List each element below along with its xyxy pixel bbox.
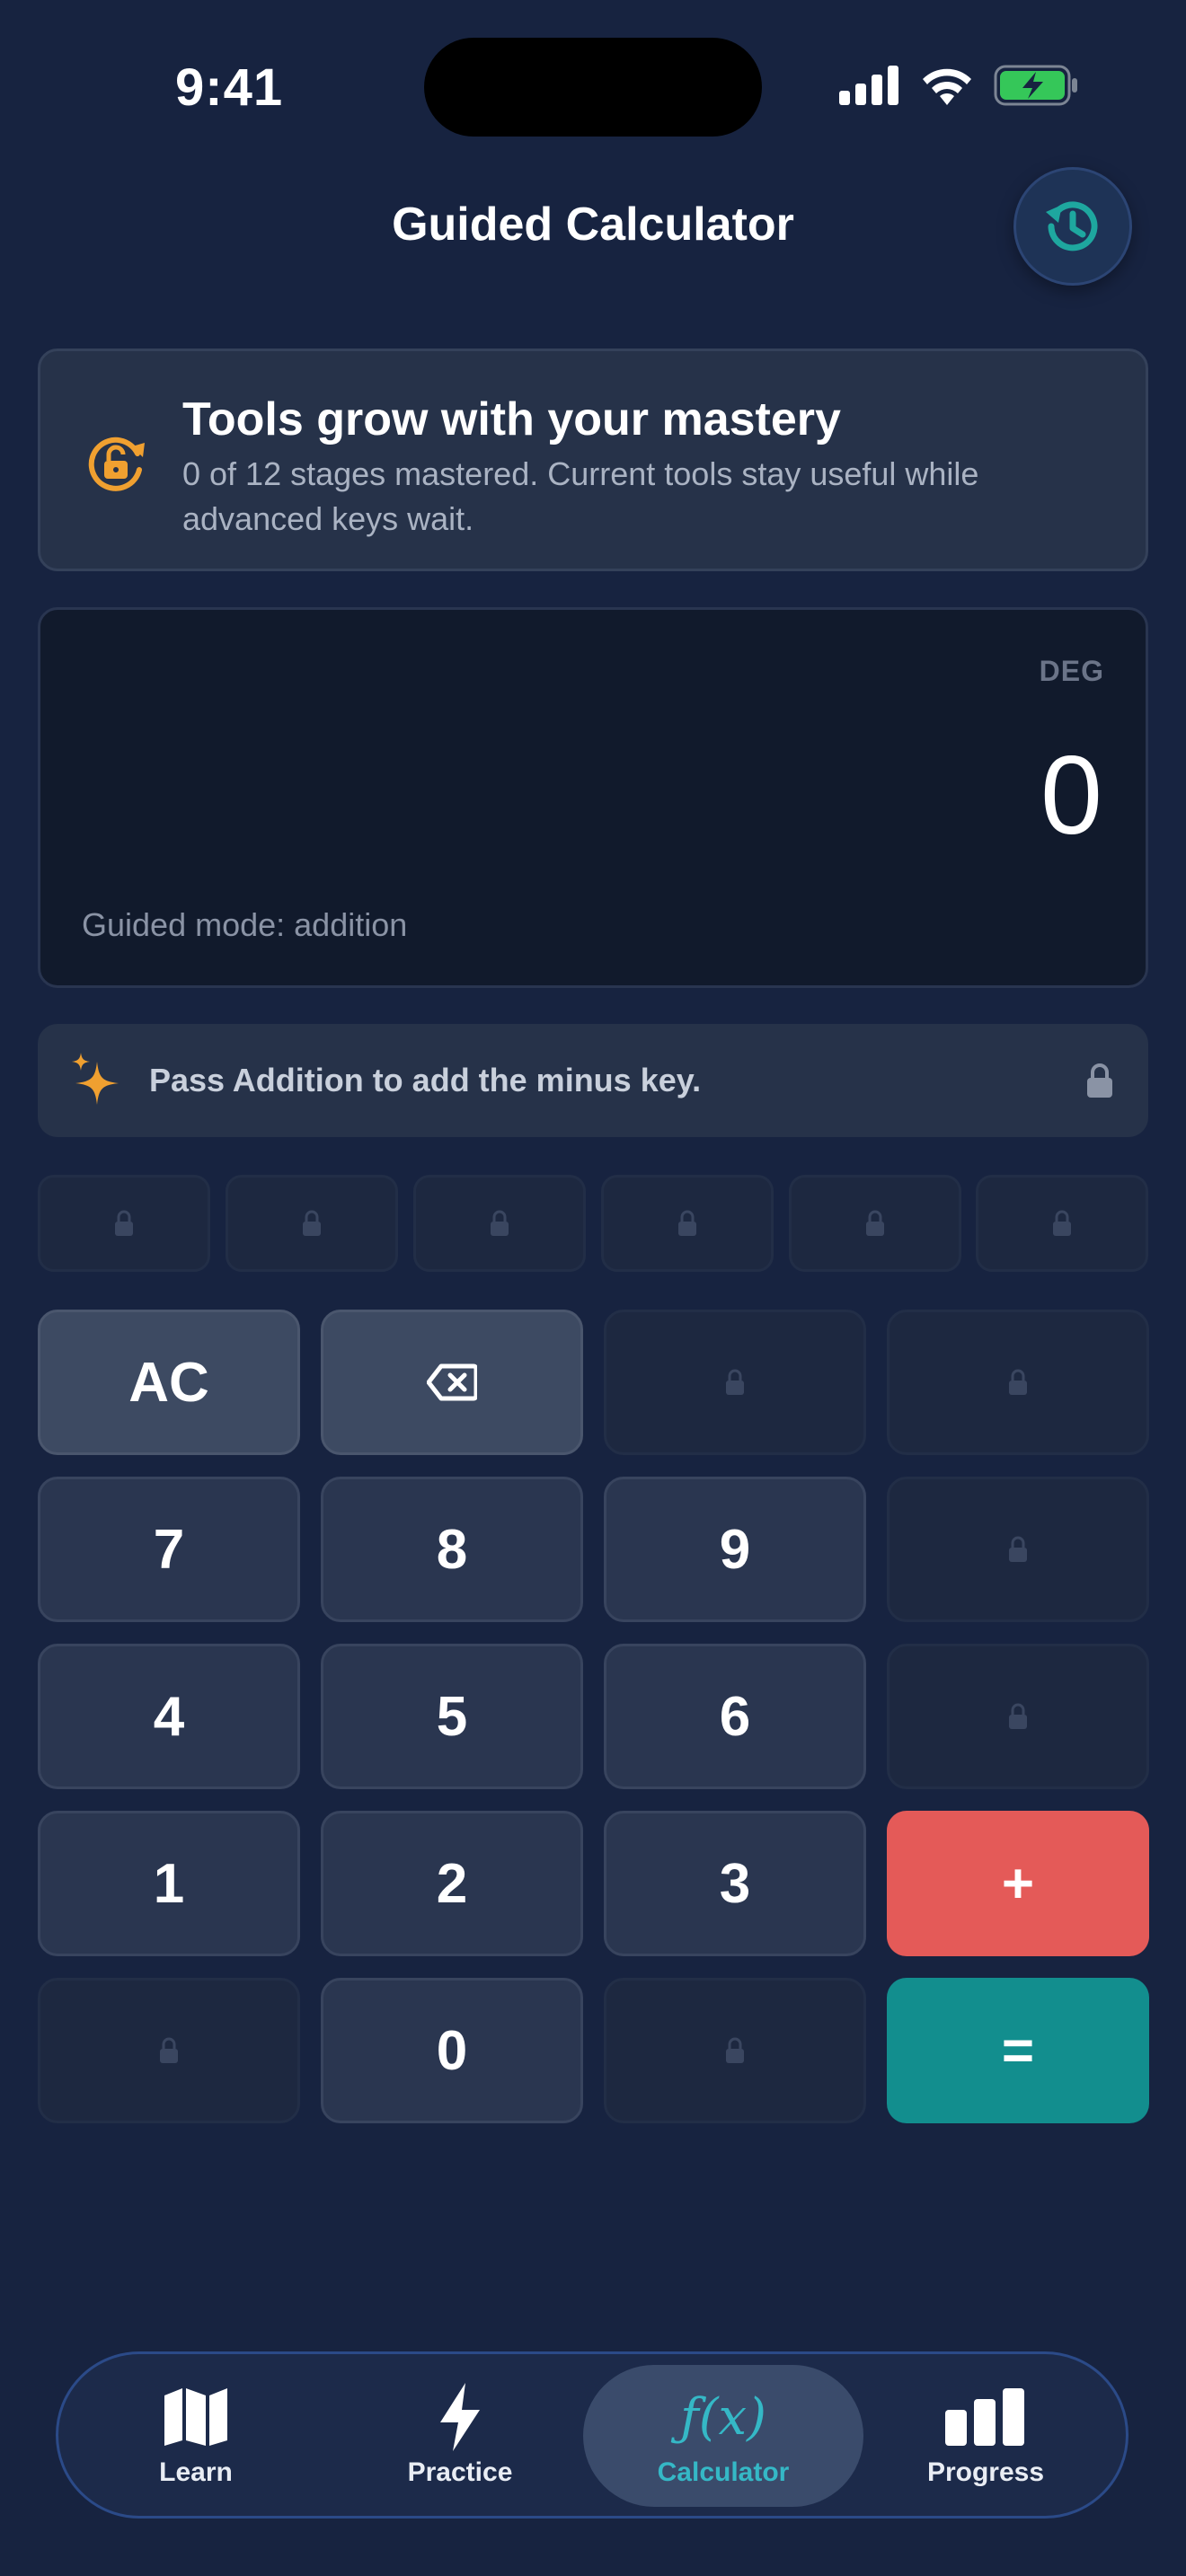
digit-6-button[interactable]: 6 [604,1644,866,1789]
locked-key[interactable] [887,1644,1149,1789]
function-icon: ƒ(x) [679,2387,766,2447]
locked-scientific-key[interactable] [976,1175,1148,1272]
unlock-hint-bar: Pass Addition to add the minus key. [38,1024,1148,1137]
locked-key[interactable] [604,1310,866,1455]
lock-icon [303,1210,321,1236]
equals-button[interactable]: = [887,1978,1149,2123]
unlock-hint-text: Pass Addition to add the minus key. [149,1062,702,1098]
lock-icon [678,1210,696,1236]
history-icon [1046,201,1098,251]
mastery-card: Tools grow with your mastery 0 of 12 sta… [38,348,1148,571]
locked-key[interactable] [887,1310,1149,1455]
rotate-lock-icon [88,437,145,491]
battery-icon [994,65,1077,106]
map-icon [164,2388,227,2446]
digit-9-button[interactable]: 9 [604,1477,866,1622]
digit-5-button[interactable]: 5 [321,1644,583,1789]
status-icons [839,63,1078,108]
plus-button[interactable]: + [887,1811,1149,1956]
locked-scientific-key[interactable] [226,1175,398,1272]
nav-label-learn: Learn [159,2457,233,2487]
display-value: 0 [1040,734,1102,858]
nav-item-learn[interactable]: Learn [128,2365,263,2507]
locked-key[interactable] [887,1477,1149,1622]
locked-scientific-key[interactable] [38,1175,210,1272]
lock-icon [1009,1703,1027,1729]
nav-item-progress[interactable]: Progress [914,2365,1058,2507]
digit-1-button[interactable]: 1 [38,1811,300,1956]
locked-scientific-key[interactable] [413,1175,586,1272]
bar-chart-icon [945,2388,1024,2446]
scientific-key-row [38,1175,1148,1272]
sparkle-icon [72,1053,119,1105]
nav-label-progress: Progress [926,2457,1045,2487]
backspace-button[interactable] [321,1310,583,1455]
lock-icon [1009,1369,1027,1395]
backspace-icon [427,1363,477,1401]
lock-icon [1009,1536,1027,1562]
digit-3-button[interactable]: 3 [604,1811,866,1956]
signal-icon [839,66,898,105]
guided-mode-label: Guided mode: addition [82,906,408,943]
dynamic-island [424,38,762,137]
locked-key[interactable] [604,1978,866,2123]
bolt-icon [440,2383,480,2451]
page-title: Guided Calculator [392,198,794,251]
digit-2-button[interactable]: 2 [321,1811,583,1956]
status-time: 9:41 [175,58,284,117]
nav-label-calculator: Calculator [657,2457,790,2487]
history-button[interactable] [1013,167,1132,286]
lock-icon [491,1210,509,1236]
lock-icon [726,2037,744,2063]
locked-key[interactable] [38,1978,300,2123]
digit-8-button[interactable]: 8 [321,1477,583,1622]
mastery-description: 0 of 12 stages mastered. Current tools s… [182,455,979,537]
calculator-display: DEG 0 Guided mode: addition [38,607,1148,988]
lock-icon [866,1210,884,1236]
lock-icon [1087,1063,1112,1098]
lock-icon [115,1210,133,1236]
lock-icon [160,2037,178,2063]
angle-mode-label: DEG [1039,655,1104,687]
locked-scientific-key[interactable] [789,1175,961,1272]
locked-scientific-key[interactable] [601,1175,774,1272]
all-clear-button[interactable]: AC [38,1310,300,1455]
nav-label-practice: Practice [407,2457,513,2487]
digit-4-button[interactable]: 4 [38,1644,300,1789]
nav-item-calculator[interactable]: ƒ(x) Calculator [583,2365,863,2507]
lock-icon [726,1369,744,1395]
bottom-nav: Learn Practice ƒ(x) Calculator Progress [56,2351,1128,2519]
digit-0-button[interactable]: 0 [321,1978,583,2123]
status-bar: 9:41 [0,0,1186,171]
digit-7-button[interactable]: 7 [38,1477,300,1622]
wifi-icon [923,68,971,105]
nav-item-practice[interactable]: Practice [393,2365,527,2507]
mastery-title: Tools grow with your mastery [182,393,841,446]
lock-icon [1053,1210,1071,1236]
